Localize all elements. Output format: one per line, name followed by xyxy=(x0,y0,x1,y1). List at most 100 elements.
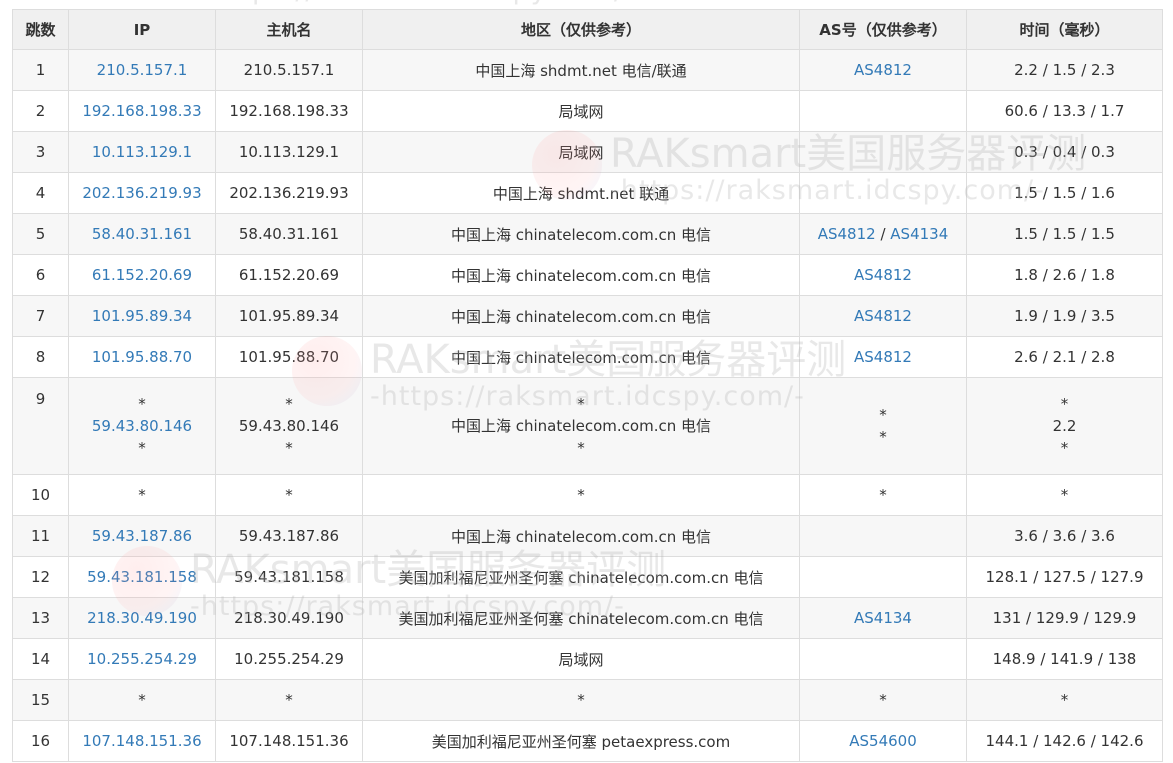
time-cell: * xyxy=(966,679,1163,721)
as-star: * xyxy=(879,428,887,446)
ip-cell: 192.168.198.33 xyxy=(68,90,216,132)
ip-link[interactable]: 59.43.80.146 xyxy=(70,415,215,437)
time-cell: 128.1 / 127.5 / 127.9 xyxy=(966,556,1163,598)
region-cell: 中国上海 chinatelecom.com.cn 电信 xyxy=(362,336,800,378)
ip-cell: 202.136.219.93 xyxy=(68,172,216,214)
table-row: 2 192.168.198.33 192.168.198.33 局域网 60.6… xyxy=(12,90,1163,132)
ip-cell: 210.5.157.1 xyxy=(68,49,216,91)
time-cell: 1.5 / 1.5 / 1.6 xyxy=(966,172,1163,214)
ip-link[interactable]: 10.255.254.29 xyxy=(87,650,197,668)
as-cell xyxy=(799,90,967,132)
traceroute-table: 跳数 IP 主机名 地区（仅供参考） AS号（仅供参考） 时间（毫秒） 1 21… xyxy=(12,9,1163,762)
header-ip: IP xyxy=(68,9,216,50)
ip-cell: 101.95.89.34 xyxy=(68,295,216,337)
as-cell xyxy=(799,131,967,173)
time-star: * xyxy=(1060,395,1069,413)
as-link[interactable]: AS4812 xyxy=(854,266,912,284)
as-link[interactable]: AS54600 xyxy=(849,732,917,750)
hop-cell: 3 xyxy=(12,131,69,173)
as-star: * xyxy=(879,406,887,424)
as-value: * xyxy=(879,691,887,709)
hostname-cell: * xyxy=(215,474,363,516)
as-link[interactable]: AS4134 xyxy=(854,609,912,627)
as-link[interactable]: AS4134 xyxy=(890,225,948,243)
region-cell: 中国上海 chinatelecom.com.cn 电信 xyxy=(362,213,800,255)
table-row: 16 107.148.151.36 107.148.151.36 美国加利福尼亚… xyxy=(12,720,1163,762)
hostname-cell: 59.43.187.86 xyxy=(215,515,363,557)
time-cell: 60.6 / 13.3 / 1.7 xyxy=(966,90,1163,132)
time-cell: 2.2 / 1.5 / 2.3 xyxy=(966,49,1163,91)
ip-link[interactable]: 210.5.157.1 xyxy=(97,61,188,79)
as-cell: * xyxy=(799,474,967,516)
table-row: 10 * * * * * xyxy=(12,474,1163,516)
region-star: * xyxy=(577,439,585,457)
ip-link[interactable]: 218.30.49.190 xyxy=(87,609,197,627)
as-value: * xyxy=(879,486,887,504)
region-cell: 美国加利福尼亚州圣何塞 chinatelecom.com.cn 电信 xyxy=(362,556,800,598)
hop-cell: 8 xyxy=(12,336,69,378)
ip-star: * xyxy=(138,395,146,413)
ip-link[interactable]: 202.136.219.93 xyxy=(82,184,201,202)
as-cell: AS4812 xyxy=(799,49,967,91)
as-link[interactable]: AS4812 xyxy=(854,61,912,79)
header-time: 时间（毫秒） xyxy=(966,9,1163,50)
table-row: 11 59.43.187.86 59.43.187.86 中国上海 chinat… xyxy=(12,515,1163,557)
table-header-row: 跳数 IP 主机名 地区（仅供参考） AS号（仅供参考） 时间（毫秒） xyxy=(12,9,1163,50)
ip-cell: 10.113.129.1 xyxy=(68,131,216,173)
table-row: 5 58.40.31.161 58.40.31.161 中国上海 chinate… xyxy=(12,213,1163,255)
ip-link[interactable]: 61.152.20.69 xyxy=(92,266,192,284)
header-hop: 跳数 xyxy=(12,9,69,50)
ip-link[interactable]: 101.95.89.34 xyxy=(92,307,192,325)
as-link[interactable]: AS4812 xyxy=(854,307,912,325)
region-cell: 局域网 xyxy=(362,638,800,680)
time-cell: 1.9 / 1.9 / 3.5 xyxy=(966,295,1163,337)
hostname-cell: 202.136.219.93 xyxy=(215,172,363,214)
time-cell: 0.3 / 0.4 / 0.3 xyxy=(966,131,1163,173)
time-cell: 1.5 / 1.5 / 1.5 xyxy=(966,213,1163,255)
as-cell: AS4812 xyxy=(799,254,967,296)
as-cell xyxy=(799,556,967,598)
as-cell: * * xyxy=(799,377,967,475)
as-link[interactable]: AS4812 xyxy=(854,348,912,366)
time-cell: 1.8 / 2.6 / 1.8 xyxy=(966,254,1163,296)
as-cell: AS4134 xyxy=(799,597,967,639)
hostname-cell: 61.152.20.69 xyxy=(215,254,363,296)
hostname-cell: 59.43.181.158 xyxy=(215,556,363,598)
ip-cell: 107.148.151.36 xyxy=(68,720,216,762)
ip-link[interactable]: 58.40.31.161 xyxy=(92,225,192,243)
hop-cell: 5 xyxy=(12,213,69,255)
hop-cell: 9 xyxy=(12,377,69,475)
table-row: 3 10.113.129.1 10.113.129.1 局域网 0.3 / 0.… xyxy=(12,131,1163,173)
as-cell: AS54600 xyxy=(799,720,967,762)
ip-cell: 101.95.88.70 xyxy=(68,336,216,378)
region-cell: 中国上海 chinatelecom.com.cn 电信 xyxy=(362,295,800,337)
table-row: 14 10.255.254.29 10.255.254.29 局域网 148.9… xyxy=(12,638,1163,680)
ip-link[interactable]: 101.95.88.70 xyxy=(92,348,192,366)
hostname-value: 59.43.80.146 xyxy=(238,417,340,435)
region-cell: 美国加利福尼亚州圣何塞 chinatelecom.com.cn 电信 xyxy=(362,597,800,639)
as-cell xyxy=(799,515,967,557)
hop-cell: 16 xyxy=(12,720,69,762)
region-cell: * xyxy=(362,474,800,516)
watermark-url: -https://raksmart.idcspy.com/- xyxy=(200,0,635,6)
ip-cell: * xyxy=(68,474,216,516)
ip-cell: 59.43.181.158 xyxy=(68,556,216,598)
region-star: * xyxy=(577,395,585,413)
table-row: 6 61.152.20.69 61.152.20.69 中国上海 chinate… xyxy=(12,254,1163,296)
table-row: 15 * * * * * xyxy=(12,679,1163,721)
table-row: 9 * 59.43.80.146 * * 59.43.80.146 * * 中国… xyxy=(12,377,1163,475)
ip-cell: 61.152.20.69 xyxy=(68,254,216,296)
table-row: 13 218.30.49.190 218.30.49.190 美国加利福尼亚州圣… xyxy=(12,597,1163,639)
time-cell: 2.6 / 2.1 / 2.8 xyxy=(966,336,1163,378)
ip-link[interactable]: 10.113.129.1 xyxy=(92,143,192,161)
ip-link[interactable]: 59.43.187.86 xyxy=(92,527,192,545)
region-cell: 局域网 xyxy=(362,131,800,173)
ip-link[interactable]: 192.168.198.33 xyxy=(82,102,201,120)
as-link[interactable]: AS4812 xyxy=(818,225,876,243)
traceroute-page: 跳数 IP 主机名 地区（仅供参考） AS号（仅供参考） 时间（毫秒） 1 21… xyxy=(0,0,1173,763)
hop-cell: 7 xyxy=(12,295,69,337)
ip-link[interactable]: 107.148.151.36 xyxy=(82,732,201,750)
ip-link[interactable]: 59.43.181.158 xyxy=(87,568,197,586)
as-cell: AS4812 / AS4134 xyxy=(799,213,967,255)
header-as: AS号（仅供参考） xyxy=(799,9,967,50)
